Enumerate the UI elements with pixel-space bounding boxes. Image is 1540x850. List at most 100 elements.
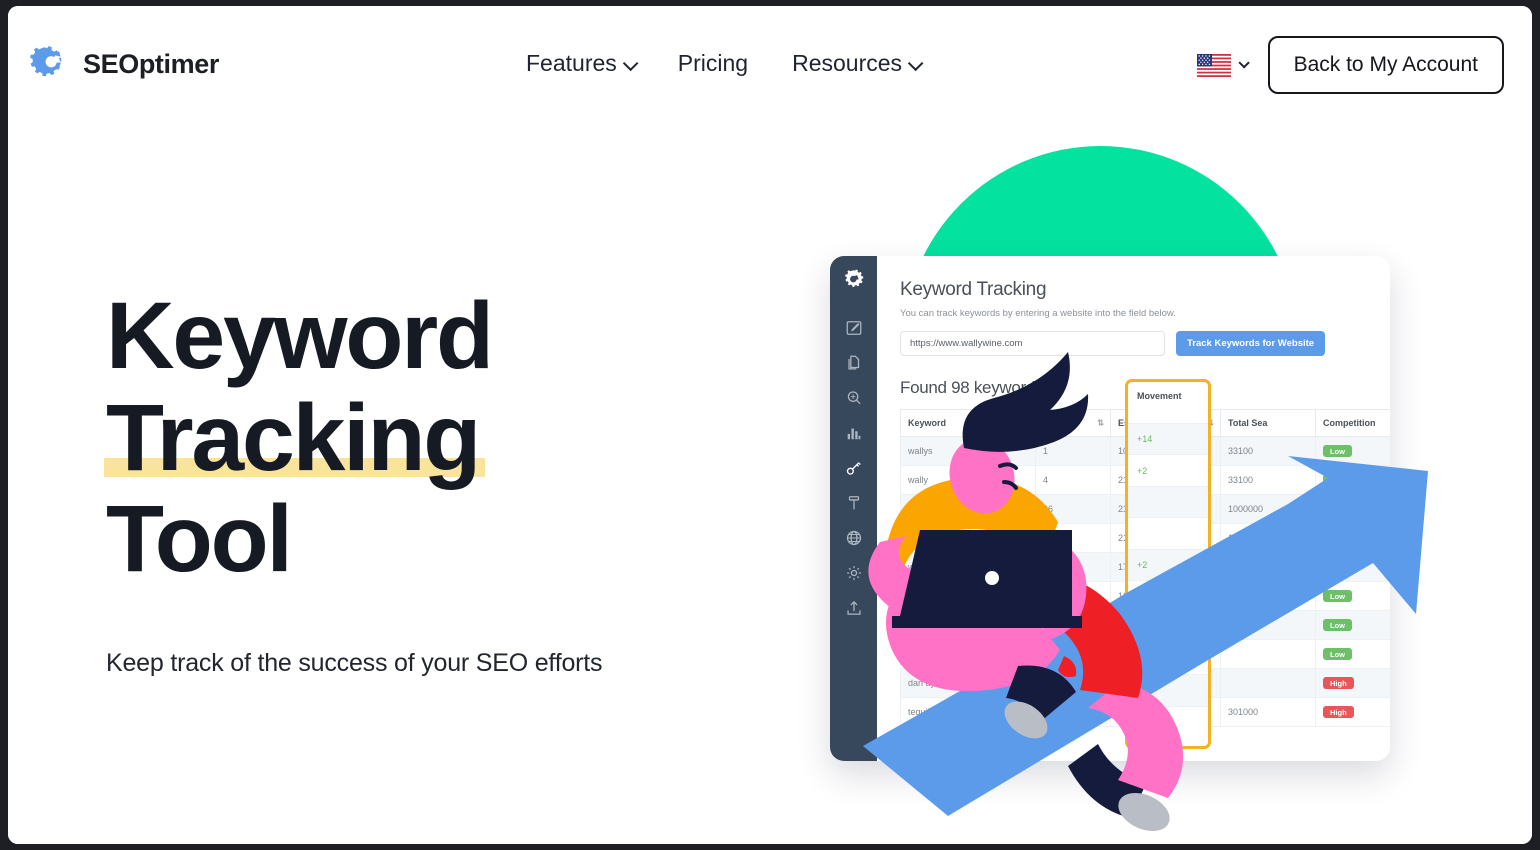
column-label-total-searches: Total Sea (1228, 418, 1268, 428)
cell-movement (1128, 642, 1208, 674)
cell-competition: Low (1315, 581, 1390, 611)
back-to-my-account-button[interactable]: Back to My Account (1267, 36, 1504, 94)
cell-movement (1128, 611, 1208, 643)
cell-competition: Low (1315, 523, 1390, 553)
gear-settings-icon[interactable] (845, 564, 863, 582)
app-mockup-card: Keyword Tracking You can track keywords … (830, 256, 1390, 761)
chevron-down-icon (907, 55, 924, 72)
cell-movement: +14 (1128, 423, 1208, 455)
logo-wordmark: SEOptimer (83, 48, 219, 79)
cell-keyword: wally's santa monica (900, 639, 1036, 669)
cell-keyword: wines (900, 552, 1036, 582)
cell-competition: Low (1315, 465, 1390, 495)
status-badge: Low (1323, 445, 1352, 457)
column-header-total-searches[interactable]: Total Sea (1220, 409, 1316, 437)
cell-keyword: wally's beverly hills (900, 581, 1036, 611)
page-root: SEOptimer Features Pricing Resources Bac… (8, 6, 1532, 844)
main-nav: Features Pricing Resources (526, 50, 924, 77)
bar-chart-icon[interactable] (845, 424, 863, 442)
edit-pencil-icon[interactable] (845, 319, 863, 337)
cell-searches (1220, 639, 1316, 669)
hero-title-line-3: Tool (106, 486, 293, 593)
cell-keyword: wallys (900, 436, 1036, 466)
movement-column-highlight: Movement +14 +2 +2 +2 (1125, 379, 1211, 749)
website-url-input[interactable]: https://www.wallywine.com (900, 331, 1165, 356)
hammer-tools-icon[interactable] (845, 494, 863, 512)
sort-icon: ⇅ (1022, 418, 1029, 428)
hero-title-line-2-highlighted: Tracking (103, 384, 486, 491)
hero-illustration: Keyword Tracking You can track keywords … (768, 126, 1468, 844)
column-label-keyword: Keyword (908, 418, 947, 428)
cell-movement: +2 (1128, 548, 1208, 580)
status-badge: High (1323, 677, 1354, 689)
cell-searches: 1000000 (1220, 494, 1316, 524)
hero-copy: Keyword Tracking Tool Keep track of the … (103, 283, 726, 678)
upload-icon[interactable] (845, 599, 863, 617)
column-header-competition[interactable]: Competition ⇅ (1315, 409, 1390, 437)
cell-position: 66 (1035, 494, 1111, 524)
header-actions: Back to My Account (1196, 36, 1504, 94)
status-badge: Low (1323, 474, 1352, 486)
status-badge: Low (1323, 619, 1352, 631)
status-badge: Low (1323, 503, 1352, 515)
us-flag-icon (1196, 53, 1231, 77)
cell-movement: +2 (1128, 705, 1208, 737)
nav-label-features: Features (526, 50, 617, 76)
language-selector[interactable] (1196, 53, 1250, 77)
cell-position: 1 (1035, 436, 1111, 466)
cell-searches: 33100 (1220, 436, 1316, 466)
column-header-position[interactable]: Position ⇅ (1035, 409, 1111, 437)
cell-position: 40 (1035, 552, 1111, 582)
cell-movement (1128, 579, 1208, 611)
site-logo[interactable]: SEOptimer (30, 44, 219, 84)
nav-item-features[interactable]: Features (526, 50, 639, 77)
cell-movement (1128, 674, 1208, 706)
key-icon[interactable] (845, 459, 863, 477)
site-header: SEOptimer Features Pricing Resources Bac… (8, 6, 1532, 128)
cell-keyword: wally's santa monica (900, 610, 1036, 640)
cell-keyword: tequila (900, 697, 1036, 727)
seoptimer-logo-icon[interactable] (841, 268, 866, 292)
page-title: Keyword Tracking Tool (103, 283, 726, 593)
sort-icon: ⇅ (1097, 418, 1104, 428)
cell-position: 1 (1035, 639, 1111, 669)
mockup-page-subtitle: You can track keywords by entering a web… (900, 308, 1176, 319)
keyword-track-form: https://www.wallywine.com Track Keywords… (900, 331, 1390, 356)
cell-competition: Low (1315, 639, 1390, 669)
status-badge: Low (1323, 648, 1352, 660)
track-keywords-button[interactable]: Track Keywords for Website (1176, 331, 1326, 356)
cell-searches: 301000 (1220, 697, 1316, 727)
cell-movement (1128, 485, 1208, 518)
mockup-sidebar (830, 256, 877, 761)
cell-position (1035, 697, 1111, 727)
search-magnifier-icon[interactable] (845, 389, 863, 407)
cell-position: 4 (1035, 465, 1111, 495)
cell-position (1035, 668, 1111, 698)
nav-label-pricing: Pricing (677, 50, 749, 76)
cell-movement (1128, 517, 1208, 548)
globe-icon[interactable] (845, 529, 863, 547)
status-badge: Low (1323, 532, 1352, 544)
column-header-keyword[interactable]: Keyword ⇅ (900, 409, 1036, 437)
seoptimer-gears-logo-icon (30, 46, 62, 77)
cell-keyword: spirits (900, 523, 1036, 553)
hero-title-line-1: Keyword (106, 283, 494, 389)
nav-item-pricing[interactable]: Pricing (678, 50, 748, 77)
cell-searches: 1000000 (1220, 523, 1316, 553)
cell-position: 1 (1035, 581, 1111, 611)
nav-label-resources: Resources (792, 50, 903, 76)
cell-searches (1220, 581, 1316, 611)
cell-position: 1 (1035, 610, 1111, 640)
cell-competition: Low (1315, 436, 1390, 466)
cell-position: 96 (1035, 523, 1111, 553)
nav-item-resources[interactable]: Resources (792, 50, 924, 77)
column-header-movement: Movement (1137, 391, 1182, 401)
cell-searches (1220, 668, 1316, 698)
cell-keyword: wally (900, 465, 1036, 495)
chevron-down-icon (622, 55, 639, 72)
column-label-position: Position (1043, 418, 1079, 428)
copy-files-icon[interactable] (845, 354, 863, 372)
cell-movement: +2 (1128, 454, 1208, 485)
column-label-competition: Competition (1323, 418, 1376, 428)
cell-keyword: spirit's (900, 494, 1036, 524)
